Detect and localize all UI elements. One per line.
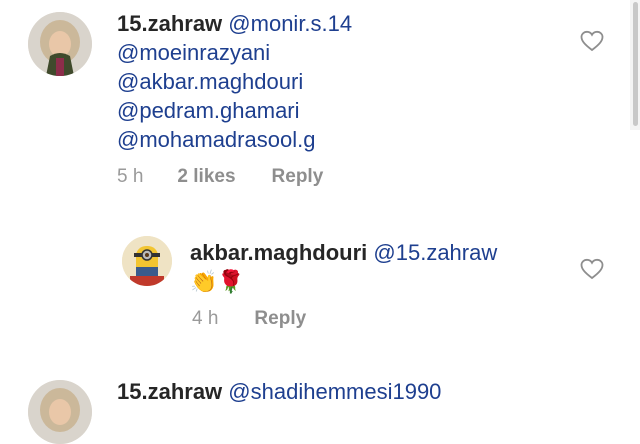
comment-meta: 4 h Reply [192, 308, 306, 330]
mention-link[interactable]: @moeinrazyani [117, 40, 270, 65]
avatar-cartoon-minion-icon [122, 236, 172, 286]
comment-meta: 5 h 2 likes Reply [117, 166, 323, 188]
timestamp: 4 h [192, 308, 219, 329]
comment-username[interactable]: 15.zahraw [117, 11, 222, 36]
reply-button[interactable]: Reply [272, 166, 324, 188]
heart-outline-icon[interactable] [580, 30, 604, 52]
mention-link[interactable]: @akbar.maghdouri [117, 69, 303, 94]
heart-outline-icon[interactable] [580, 258, 604, 280]
comment-username[interactable]: akbar.maghdouri [190, 240, 367, 265]
avatar[interactable] [28, 380, 92, 444]
avatar-girl-fur-hood-icon [28, 12, 92, 76]
likes-count[interactable]: 2 likes [177, 166, 235, 188]
mention-link[interactable]: @mohamadrasool.g [117, 127, 315, 152]
timestamp: 5 h [117, 166, 144, 187]
mention-link[interactable]: @15.zahraw [373, 240, 497, 265]
avatar-girl-fur-hood-icon [28, 380, 92, 444]
mention-link[interactable]: @monir.s.14 [228, 11, 352, 36]
scrollbar-thumb[interactable] [633, 2, 638, 126]
mention-link[interactable]: @shadihemmesi1990 [228, 379, 441, 404]
comment-username[interactable]: 15.zahraw [117, 379, 222, 404]
comment-text: 15.zahraw @monir.s.14 @moeinrazyani @akb… [117, 9, 537, 154]
comment-text: 15.zahraw @shadihemmesi1990 [117, 377, 537, 406]
mention-link[interactable]: @pedram.ghamari [117, 98, 300, 123]
avatar[interactable] [28, 12, 92, 76]
comment-emojis: 👏🌹 [190, 270, 245, 295]
avatar[interactable] [122, 236, 172, 286]
comment-text: akbar.maghdouri @15.zahraw 👏🌹 [190, 238, 570, 297]
reply-button[interactable]: Reply [254, 308, 306, 330]
scrollbar-track[interactable] [630, 0, 640, 130]
